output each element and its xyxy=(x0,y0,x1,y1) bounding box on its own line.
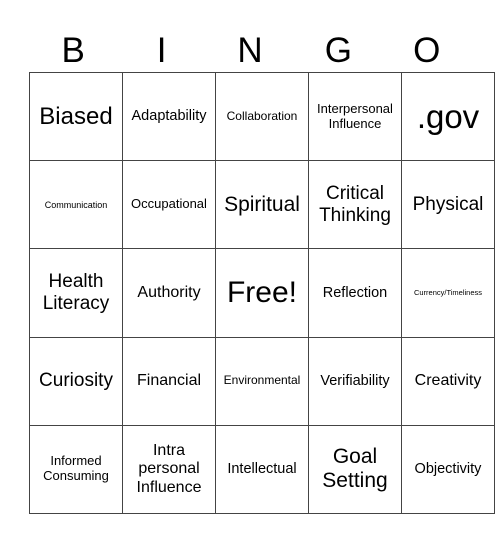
grid-row: Communication Occupational Spiritual Cri… xyxy=(29,160,495,250)
bingo-cell[interactable]: Curiosity xyxy=(29,336,123,426)
bingo-cell[interactable]: Intra personal Influence xyxy=(122,424,216,515)
bingo-cell[interactable]: Verifiability xyxy=(308,336,402,426)
header-letter-n: N xyxy=(237,31,263,70)
bingo-cell[interactable]: Collaboration xyxy=(215,71,309,162)
bingo-grid: Biased Adaptability Collaboration Interp… xyxy=(29,71,495,515)
bingo-cell[interactable]: Goal Setting xyxy=(308,424,402,515)
bingo-cell[interactable]: Biased xyxy=(29,71,123,162)
bingo-cell[interactable]: Financial xyxy=(122,336,216,426)
grid-row: Health Literacy Authority Free! Reflecti… xyxy=(29,248,495,338)
bingo-cell[interactable]: Physical xyxy=(401,160,495,250)
bingo-cell[interactable]: Interpersonal Influence xyxy=(308,71,402,162)
bingo-cell[interactable]: Adaptability xyxy=(122,71,216,162)
header-letter-o: O xyxy=(413,31,441,70)
bingo-cell[interactable]: Creativity xyxy=(401,336,495,426)
bingo-cell[interactable]: Reflection xyxy=(308,248,402,338)
grid-row: Biased Adaptability Collaboration Interp… xyxy=(29,71,495,162)
header-letter-i: I xyxy=(156,31,167,70)
bingo-cell[interactable]: .gov xyxy=(401,71,495,162)
grid-row: Curiosity Financial Environmental Verifi… xyxy=(29,336,495,426)
bingo-header: B I N G O xyxy=(29,30,471,72)
bingo-cell[interactable]: Informed Consuming xyxy=(29,424,123,515)
bingo-cell[interactable]: Health Literacy xyxy=(29,248,123,338)
free-space-cell[interactable]: Free! xyxy=(215,248,309,338)
bingo-cell[interactable]: Environmental xyxy=(215,336,309,426)
bingo-cell[interactable]: Communication xyxy=(29,160,123,250)
bingo-cell[interactable]: Intellectual xyxy=(215,424,309,515)
header-letter-g: G xyxy=(324,31,352,70)
header-letter-b: B xyxy=(61,31,85,70)
bingo-cell[interactable]: Occupational xyxy=(122,160,216,250)
bingo-cell[interactable]: Spiritual xyxy=(215,160,309,250)
bingo-cell[interactable]: Currency/Timeliness xyxy=(401,248,495,338)
bingo-cell[interactable]: Critical Thinking xyxy=(308,160,402,250)
bingo-cell[interactable]: Objectivity xyxy=(401,424,495,515)
bingo-cell[interactable]: Authority xyxy=(122,248,216,338)
grid-row: Informed Consuming Intra personal Influe… xyxy=(29,424,495,515)
